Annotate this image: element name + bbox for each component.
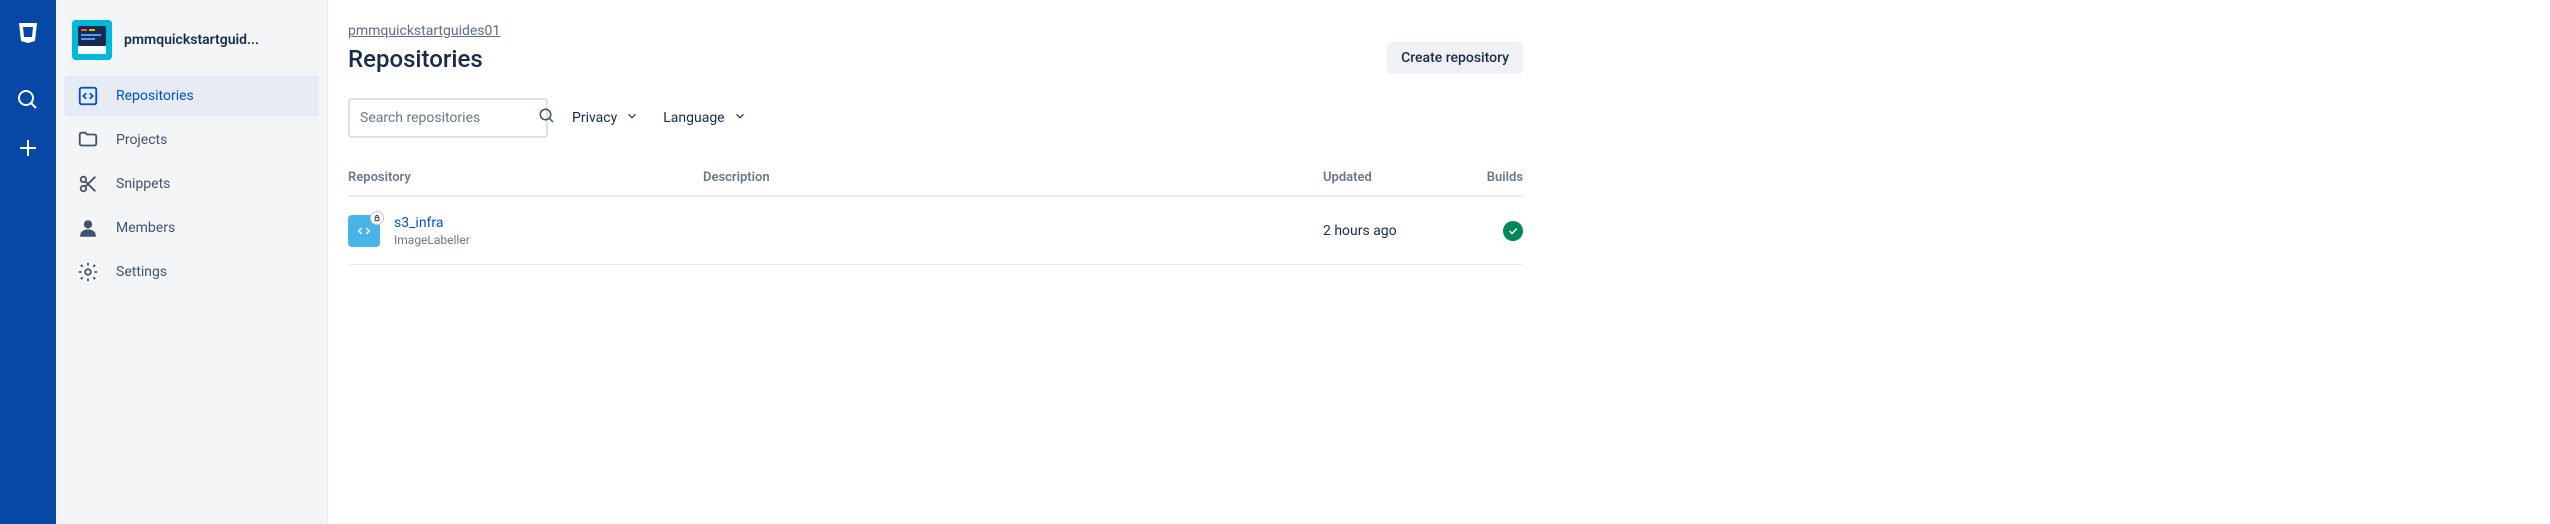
create-repository-button[interactable]: Create repository xyxy=(1387,42,1523,74)
privacy-filter[interactable]: Privacy xyxy=(572,109,639,127)
filter-label: Language xyxy=(663,110,724,126)
chevron-down-icon xyxy=(733,109,747,127)
header-updated[interactable]: Updated xyxy=(1323,170,1463,185)
lock-icon xyxy=(370,211,384,225)
sidebar-item-label: Settings xyxy=(116,264,167,280)
header-builds: Builds xyxy=(1463,170,1523,185)
header-description: Description xyxy=(703,170,1323,185)
sidebar-item-snippets[interactable]: Snippets xyxy=(64,164,319,204)
scissors-icon xyxy=(76,172,100,196)
sidebar-item-repositories[interactable]: Repositories xyxy=(64,76,319,116)
table-row[interactable]: s3_infra ImageLabeller 2 hours ago xyxy=(348,197,1523,265)
sidebar-item-label: Repositories xyxy=(116,88,194,104)
folder-icon xyxy=(76,128,100,152)
sidebar-item-label: Members xyxy=(116,220,175,236)
search-input[interactable] xyxy=(360,110,538,126)
language-filter[interactable]: Language xyxy=(663,109,746,127)
filter-label: Privacy xyxy=(572,110,617,126)
code-icon xyxy=(76,84,100,108)
sidebar-item-projects[interactable]: Projects xyxy=(64,120,319,160)
build-success-icon[interactable] xyxy=(1503,221,1523,241)
table-header: Repository Description Updated Builds xyxy=(348,170,1523,197)
repo-project: ImageLabeller xyxy=(394,233,470,247)
page-title: Repositories xyxy=(348,45,500,73)
workspace-header[interactable]: pmmquickstartguid... xyxy=(64,16,319,76)
repo-name-link[interactable]: s3_infra xyxy=(394,215,470,231)
search-icon xyxy=(538,107,556,129)
create-icon[interactable] xyxy=(8,128,48,168)
repo-updated: 2 hours ago xyxy=(1323,223,1463,239)
breadcrumb[interactable]: pmmquickstartguides01 xyxy=(348,23,500,39)
sidebar: pmmquickstartguid... Repositories Projec… xyxy=(56,0,328,524)
header-repository: Repository xyxy=(348,170,703,185)
workspace-name: pmmquickstartguid... xyxy=(124,32,259,48)
repo-avatar xyxy=(348,215,380,247)
sidebar-item-members[interactable]: Members xyxy=(64,208,319,248)
sidebar-item-label: Snippets xyxy=(116,176,170,192)
search-repositories-input-wrapper[interactable] xyxy=(348,98,548,138)
main-content: pmmquickstartguides01 Repositories Creat… xyxy=(328,0,2550,524)
sidebar-item-settings[interactable]: Settings xyxy=(64,252,319,292)
search-icon[interactable] xyxy=(8,80,48,120)
person-icon xyxy=(76,216,100,240)
global-rail xyxy=(0,0,56,524)
sidebar-item-label: Projects xyxy=(116,132,167,148)
workspace-avatar xyxy=(72,20,112,60)
repositories-table: Repository Description Updated Builds xyxy=(348,170,1523,265)
chevron-down-icon xyxy=(625,109,639,127)
bitbucket-logo[interactable] xyxy=(8,12,48,52)
gear-icon xyxy=(76,260,100,284)
filters-bar: Privacy Language xyxy=(348,98,1523,138)
